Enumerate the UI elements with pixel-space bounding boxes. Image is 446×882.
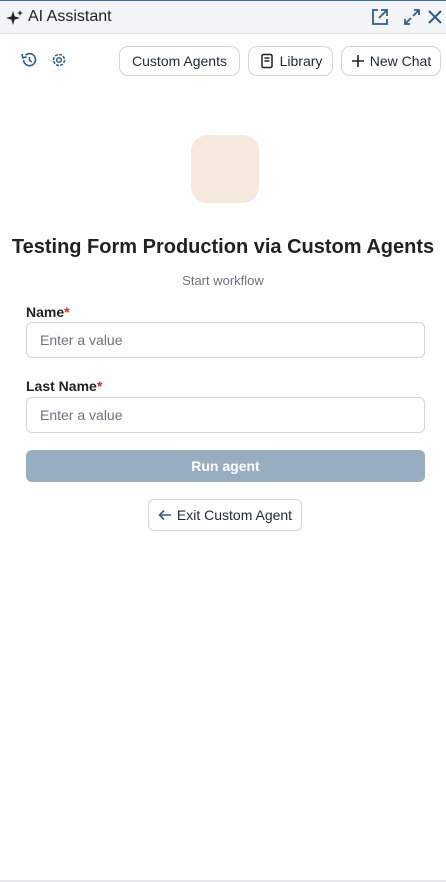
last-name-input[interactable] xyxy=(26,397,425,433)
agent-subtitle: Start workflow xyxy=(182,273,264,288)
library-button[interactable]: Library xyxy=(248,46,333,76)
plus-icon xyxy=(351,55,364,67)
panel-title: AI Assistant xyxy=(28,8,112,25)
sparkle-icon xyxy=(6,10,23,25)
expand-icon[interactable] xyxy=(402,7,422,27)
exit-custom-agent-label: Exit Custom Agent xyxy=(176,507,293,523)
external-link-icon[interactable] xyxy=(370,7,390,27)
new-chat-button[interactable]: New Chat xyxy=(341,46,441,76)
required-asterisk: * xyxy=(96,378,103,394)
custom-agents-button[interactable]: Custom Agents xyxy=(119,46,240,76)
exit-custom-agent-button[interactable]: Exit Custom Agent xyxy=(148,499,302,531)
library-label: Library xyxy=(279,53,323,69)
book-icon xyxy=(260,53,273,69)
last-name-label: Last Name* xyxy=(26,378,103,394)
history-icon[interactable] xyxy=(19,50,39,70)
run-agent-button[interactable]: Run agent xyxy=(26,450,425,482)
settings-icon[interactable] xyxy=(49,50,69,70)
title-bar: AI Assistant xyxy=(0,0,446,34)
new-chat-label: New Chat xyxy=(369,53,432,69)
arrow-left-icon xyxy=(158,509,171,521)
name-input[interactable] xyxy=(26,322,425,358)
agent-title: Testing Form Production via Custom Agent… xyxy=(11,236,435,258)
custom-agents-label: Custom Agents xyxy=(132,53,227,69)
name-label: Name* xyxy=(26,304,70,320)
close-icon[interactable] xyxy=(425,7,445,27)
required-asterisk: * xyxy=(64,304,70,320)
agent-avatar xyxy=(191,135,259,203)
